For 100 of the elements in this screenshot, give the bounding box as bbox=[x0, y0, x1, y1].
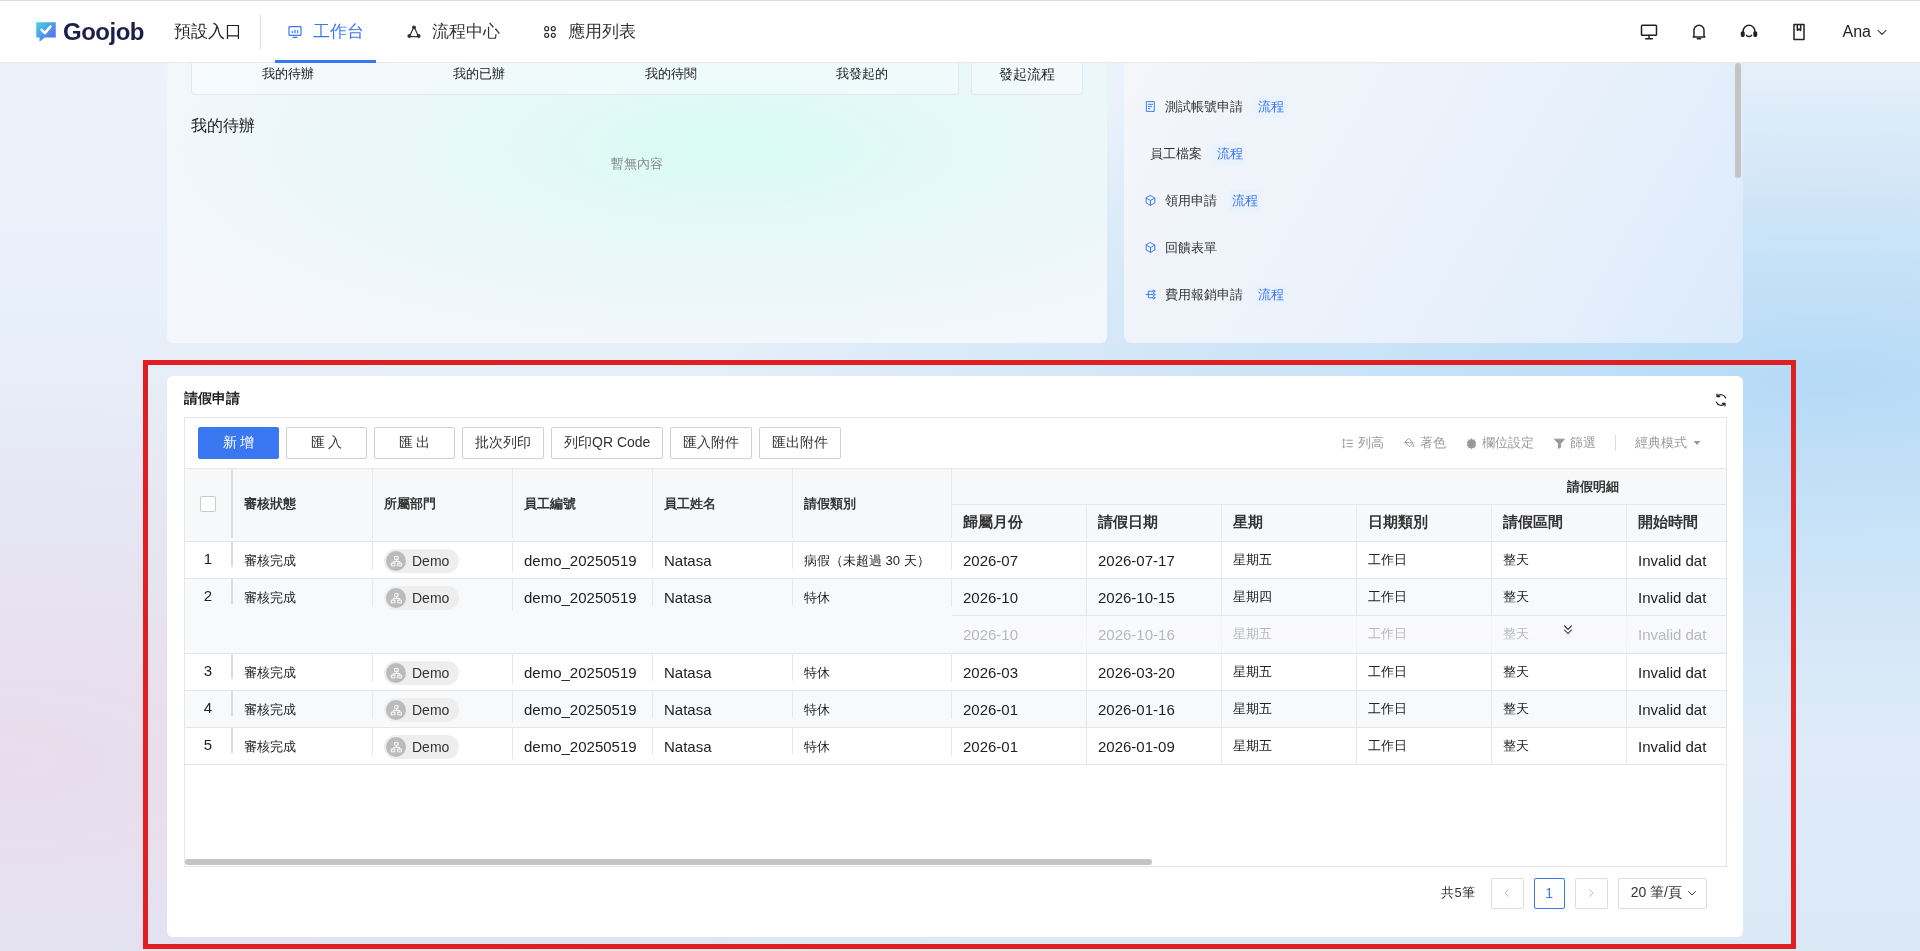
table-cell: 整天 bbox=[1503, 663, 1529, 681]
org-chart-icon bbox=[389, 666, 403, 680]
table-cell: 審核完成 bbox=[244, 701, 296, 719]
toolbar-button[interactable]: 列印QR Code bbox=[551, 427, 664, 459]
select-all-checkbox[interactable] bbox=[200, 495, 216, 512]
column-header: 歸屬月份 bbox=[952, 505, 1087, 539]
stat-tab[interactable]: 我的已辦 bbox=[383, 63, 575, 94]
table-cell: 審核完成 bbox=[244, 552, 296, 570]
scrollbar-thumb[interactable] bbox=[1735, 63, 1741, 178]
card-title: 請假申請 bbox=[184, 390, 240, 408]
table-cell: Invalid dat bbox=[1638, 551, 1707, 569]
table-cell: 2026-01-09 bbox=[1098, 737, 1175, 755]
start-process-button[interactable]: 發起流程 bbox=[971, 63, 1083, 95]
stat-tab[interactable]: 我發起的 bbox=[766, 63, 958, 94]
user-menu[interactable]: Ana bbox=[1836, 21, 1895, 42]
table-cell: 審核完成 bbox=[244, 738, 296, 756]
app-name[interactable]: 領用申請 bbox=[1165, 191, 1217, 210]
table-cell: Natasa bbox=[664, 701, 712, 718]
table-cell: demo_20250519 bbox=[524, 589, 637, 606]
org-chart-icon bbox=[389, 591, 403, 605]
column-header: 審核狀態 bbox=[233, 469, 373, 538]
table-cell: 病假（未超過 30 天） bbox=[804, 552, 930, 570]
table-cell: Invalid dat bbox=[1638, 700, 1707, 718]
column-header: 日期類別 bbox=[1357, 505, 1492, 539]
table-cell: 特休 bbox=[804, 701, 830, 719]
table-cell: 2026-03-20 bbox=[1098, 663, 1175, 681]
nav-tab[interactable]: 流程中心 bbox=[394, 0, 512, 63]
settings-icon bbox=[1465, 436, 1478, 450]
table-cell: 星期五 bbox=[1233, 700, 1272, 718]
table-cell: Natasa bbox=[664, 738, 712, 755]
org-chart-icon bbox=[389, 554, 403, 568]
empty-text: 暫無內容 bbox=[610, 155, 664, 173]
table-cell: Natasa bbox=[664, 552, 712, 569]
table-cell: 2026-10-16 bbox=[1098, 625, 1175, 643]
stat-tab[interactable]: 我的待辦 bbox=[192, 63, 384, 94]
table-cell: 2026-01-16 bbox=[1098, 700, 1175, 718]
app-name[interactable]: 測試帳號申請 bbox=[1165, 97, 1243, 116]
paint-bucket-icon bbox=[1403, 436, 1416, 450]
grid-icon bbox=[542, 23, 558, 40]
process-tag: 流程 bbox=[1214, 142, 1246, 165]
toolbar-button[interactable]: 匯出附件 bbox=[759, 427, 842, 459]
toolbar-button[interactable]: 匯 入 bbox=[286, 427, 367, 459]
nav-tab[interactable]: 應用列表 bbox=[530, 0, 648, 63]
form-icon bbox=[1144, 100, 1157, 113]
column-header: 員工編號 bbox=[513, 469, 653, 538]
add-button[interactable]: 新 增 bbox=[198, 427, 279, 459]
table-cell: 2026-10 bbox=[963, 625, 1019, 643]
table-cell: 2026-10 bbox=[963, 588, 1019, 606]
table-cell: 星期五 bbox=[1233, 551, 1272, 569]
table-cell: 星期五 bbox=[1233, 737, 1272, 755]
portal-label: 預設入口 bbox=[174, 14, 261, 49]
toolbar-button[interactable]: 匯 出 bbox=[374, 427, 455, 459]
department-tag: Demo bbox=[384, 735, 460, 759]
table-cell: Invalid dat bbox=[1638, 737, 1707, 755]
department-tag: Demo bbox=[384, 586, 460, 610]
table-cell: Natasa bbox=[664, 664, 712, 681]
toolbar-button[interactable]: 批次列印 bbox=[462, 427, 544, 459]
column-header: 開始時間 bbox=[1627, 505, 1726, 539]
org-chart-icon bbox=[389, 740, 403, 754]
column-header: 星期 bbox=[1222, 505, 1357, 539]
table-cell: Invalid dat bbox=[1638, 625, 1707, 643]
page-size-dropdown[interactable]: 20 筆/頁 bbox=[1617, 877, 1707, 909]
table-cell: 整天 bbox=[1503, 551, 1529, 569]
row-number: 3 bbox=[203, 662, 213, 679]
table-cell: 2026-07-17 bbox=[1098, 551, 1175, 569]
table-cell: demo_20250519 bbox=[524, 552, 637, 569]
app-name[interactable]: 回饋表單 bbox=[1165, 238, 1217, 257]
table-cell: 整天 bbox=[1503, 700, 1529, 718]
table-cell: 2026-10-15 bbox=[1098, 588, 1175, 606]
stat-tab[interactable]: 我的待閱 bbox=[575, 63, 767, 94]
toolbar-button[interactable]: 匯入附件 bbox=[670, 427, 753, 459]
filter-icon bbox=[1553, 436, 1566, 450]
process-tag: 流程 bbox=[1255, 283, 1287, 306]
refresh-icon[interactable] bbox=[1713, 392, 1729, 408]
row-number: 2 bbox=[203, 587, 213, 604]
column-header: 員工姓名 bbox=[653, 469, 793, 538]
page-button[interactable]: 1 bbox=[1533, 877, 1565, 909]
department-tag: Demo bbox=[384, 549, 460, 573]
table-cell: 2026-01 bbox=[963, 700, 1019, 718]
table-cell: Natasa bbox=[664, 589, 712, 606]
table-cell: 工作日 bbox=[1368, 700, 1407, 718]
app-name[interactable]: 員工檔案 bbox=[1150, 144, 1202, 163]
table-cell: demo_20250519 bbox=[524, 738, 637, 755]
row-height-icon bbox=[1341, 436, 1354, 450]
table-cell: 整天 bbox=[1503, 588, 1529, 606]
section-title: 我的待辦 bbox=[191, 116, 256, 136]
table-cell: 特休 bbox=[804, 738, 830, 756]
table-cell: 特休 bbox=[804, 589, 830, 607]
double-chevron-down-icon[interactable] bbox=[1561, 623, 1575, 637]
branch-icon bbox=[1144, 288, 1157, 301]
column-header: 所屬部門 bbox=[373, 469, 513, 538]
table-cell: 2026-07 bbox=[963, 551, 1019, 569]
app-name[interactable]: 費用報銷申請 bbox=[1165, 285, 1243, 304]
cube-icon bbox=[1144, 241, 1157, 254]
table-cell: 整天 bbox=[1503, 625, 1529, 643]
table-cell: 星期四 bbox=[1233, 588, 1272, 606]
process-tag: 流程 bbox=[1255, 95, 1287, 118]
table-cell: 工作日 bbox=[1368, 737, 1407, 755]
group-header: 請假明細 bbox=[952, 469, 1726, 505]
horizontal-scrollbar[interactable] bbox=[185, 859, 1152, 865]
